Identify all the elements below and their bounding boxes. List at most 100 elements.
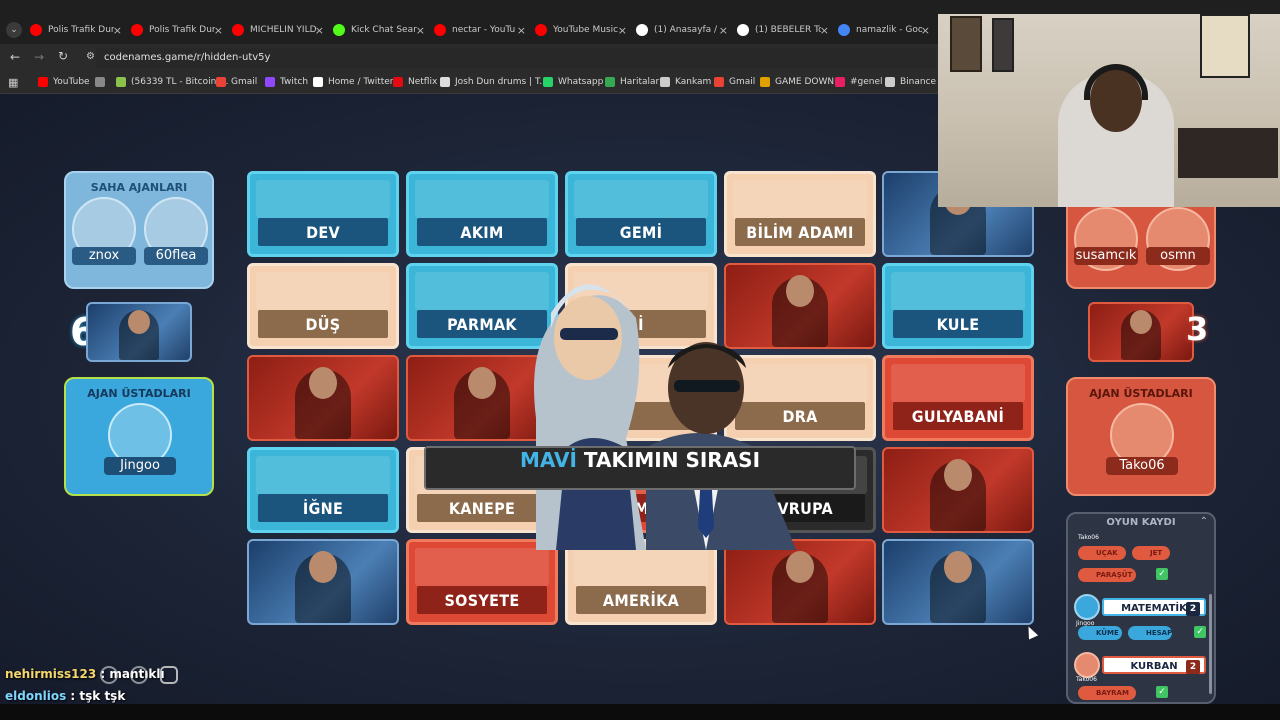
log-guess-row: BAYRAM	[1078, 686, 1136, 700]
bookmark-icon	[440, 77, 450, 87]
close-tab-icon[interactable]: ×	[416, 24, 425, 37]
log-guess-word: UÇAK	[1096, 549, 1118, 557]
youtube-icon	[232, 24, 244, 36]
close-tab-icon[interactable]: ×	[517, 24, 526, 37]
game-log-panel[interactable]: OYUN KAYDI ⌃ Tako06 UÇAK JET PARAŞÜT ✓ M…	[1066, 512, 1216, 704]
close-tab-icon[interactable]: ×	[921, 24, 930, 37]
reload-icon[interactable]: ↻	[58, 49, 68, 63]
log-guess-word: PARAŞÜT	[1096, 571, 1133, 579]
bookmark-item[interactable]: Netflix	[393, 77, 437, 87]
log-guess-word: BAYRAM	[1096, 689, 1129, 697]
close-tab-icon[interactable]: ×	[719, 24, 728, 37]
bookmark-icon	[313, 77, 323, 87]
blue-spymasters-panel: AJAN ÜSTADLARI Jingoo	[64, 377, 214, 496]
player-name: znox	[72, 247, 136, 265]
word-card[interactable]: GULYABANİ	[882, 355, 1034, 441]
tab-label: MİCHELİN YILD	[250, 25, 316, 35]
bookmark-icon	[760, 77, 770, 87]
close-tab-icon[interactable]: ×	[820, 24, 829, 37]
word-card[interactable]: DEV	[247, 171, 399, 257]
shelf	[1178, 128, 1278, 178]
bookmark-item[interactable]: YouTube	[38, 77, 90, 87]
revealed-agent-card[interactable]	[882, 539, 1034, 625]
word-card[interactable]: SOSYETE	[406, 539, 558, 625]
close-tab-icon[interactable]: ×	[214, 24, 223, 37]
tab-label: (1) BEBELER To	[755, 25, 821, 35]
spies-illustration	[534, 284, 796, 550]
card-word: SOSYETE	[417, 586, 547, 614]
log-guess-word: HESAP	[1146, 629, 1173, 637]
x-icon	[636, 24, 648, 36]
browser-tab[interactable]: Polis Trafik Dur ×	[30, 18, 122, 42]
revealed-agent-card[interactable]	[724, 539, 876, 625]
revealed-agent-card[interactable]	[247, 355, 399, 441]
close-tab-icon[interactable]: ×	[315, 24, 324, 37]
bookmark-item[interactable]: Home / Twitter	[313, 77, 394, 87]
bookmark-label: Netflix	[408, 77, 438, 87]
browser-tab[interactable]: namazlik - Goo ×	[838, 18, 930, 42]
collapse-chevron-icon[interactable]: ⌃	[1200, 516, 1208, 527]
word-card[interactable]: İĞNE	[247, 447, 399, 533]
tab-label: nectar - YouTu	[452, 25, 516, 35]
spymaster-name: Tako06	[1106, 457, 1178, 475]
blue-agent-card-icon	[86, 302, 192, 362]
tab-label: Kick Chat Searc	[351, 25, 417, 35]
clue-word: MATEMATİK	[1121, 603, 1187, 614]
word-card[interactable]: AMERİKA	[565, 539, 717, 625]
youtube-icon	[30, 24, 42, 36]
clue-count: 2	[1186, 660, 1200, 674]
bookmark-item[interactable]: Twitch	[265, 77, 308, 87]
chat-user: nehirmiss123	[5, 667, 97, 681]
back-icon[interactable]: ←	[10, 50, 20, 64]
bookmark-label: Josh Dun drums | T...	[455, 77, 548, 87]
bookmark-item[interactable]: (56339 TL - Bitcoin)...	[116, 77, 228, 87]
site-info-icon[interactable]: ⚙	[86, 51, 95, 62]
browser-tab[interactable]: MİCHELİN YILD ×	[232, 18, 324, 42]
bookmark-item[interactable]: Gmail	[714, 77, 755, 87]
bookmark-item[interactable]: Haritalar	[605, 77, 659, 87]
word-card[interactable]: KULE	[882, 263, 1034, 349]
browser-tab[interactable]: (1) Anasayfa / X ×	[636, 18, 728, 42]
log-avatar	[1074, 652, 1100, 678]
forward-icon[interactable]: →	[34, 50, 44, 64]
panel-title: AJAN ÜSTADLARI	[1089, 387, 1193, 400]
twitter-icon	[130, 666, 148, 684]
bookmark-item[interactable]: Whatsapp	[543, 77, 603, 87]
bookmark-icon	[660, 77, 670, 87]
browser-tab[interactable]: (1) BEBELER To ×	[737, 18, 829, 42]
bookmark-item[interactable]: Josh Dun drums | T...	[440, 77, 548, 87]
bookmark-icon	[605, 77, 615, 87]
bookmark-item[interactable]: #genel	[835, 77, 883, 87]
bookmark-item[interactable]: Kankam	[660, 77, 711, 87]
address-bar[interactable]: codenames.game/r/hidden-utv5y	[96, 48, 936, 68]
kick-icon	[333, 24, 345, 36]
bookmark-item[interactable]: GAME DOWN	[760, 77, 834, 87]
close-tab-icon[interactable]: ×	[113, 24, 122, 37]
bookmark-item[interactable]: Gmail	[216, 77, 257, 87]
bookmark-item[interactable]	[95, 77, 110, 87]
poster-1	[950, 16, 982, 72]
log-guess-word: JET	[1150, 549, 1163, 557]
log-avatar	[1074, 594, 1100, 620]
browser-tab[interactable]: nectar - YouTu ×	[434, 18, 526, 42]
browser-tab[interactable]: Kick Chat Searc ×	[333, 18, 425, 42]
chat-message: eldonlios : tşk tşk	[5, 689, 126, 703]
browser-tab[interactable]: Polis Trafik Dur ×	[131, 18, 223, 42]
card-word: GULYABANİ	[893, 402, 1023, 430]
bookmark-item[interactable]: Binance	[885, 77, 936, 87]
bookmark-label: Home / Twitter	[328, 77, 394, 87]
tab-label: namazlik - Goo	[856, 25, 922, 35]
check-icon: ✓	[1156, 568, 1168, 580]
close-tab-icon[interactable]: ×	[618, 24, 627, 37]
revealed-agent-card[interactable]	[247, 539, 399, 625]
browser-tab[interactable]: YouTube Music ×	[535, 18, 627, 42]
log-scrollbar[interactable]	[1209, 594, 1212, 694]
player-name: susamcık	[1074, 247, 1138, 265]
social-icon	[100, 666, 118, 684]
tab-search-button[interactable]: ⌄	[6, 22, 22, 38]
revealed-agent-card[interactable]	[882, 447, 1034, 533]
apps-grid-icon[interactable]: ▦	[8, 76, 18, 89]
word-card[interactable]: DÜŞ	[247, 263, 399, 349]
card-word: DEV	[258, 218, 388, 246]
tab-label: Polis Trafik Dur	[48, 25, 114, 35]
